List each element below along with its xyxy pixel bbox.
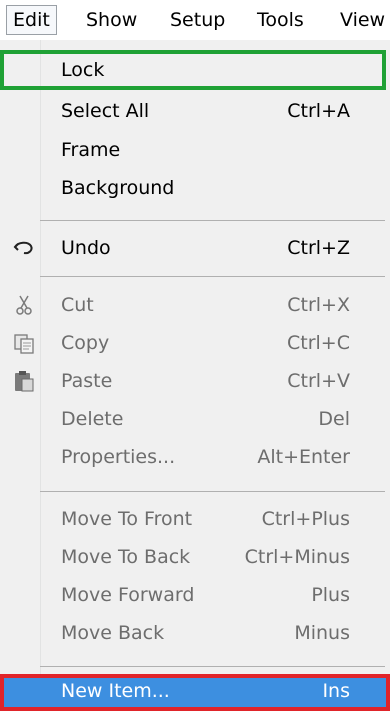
menu-item-shortcut: Ctrl+V — [287, 370, 350, 392]
menu-item-shortcut: Ctrl+C — [287, 332, 350, 354]
menu-item-frame[interactable]: Frame — [0, 131, 390, 169]
menu-tools[interactable]: Tools — [257, 6, 304, 34]
menu-item-label: Cut — [61, 294, 94, 316]
menu-item-lock[interactable]: Lock — [0, 51, 390, 89]
menu-separator — [40, 491, 385, 492]
menu-item-shortcut: Ctrl+Z — [287, 237, 350, 259]
menu-item-label: Move To Back — [61, 546, 191, 568]
menu-item-label: Lock — [61, 59, 105, 81]
menu-edit[interactable]: Edit — [6, 5, 57, 35]
menu-item-background[interactable]: Background — [0, 169, 390, 207]
menu-item-shortcut: Plus — [311, 584, 350, 606]
scissors-icon — [12, 293, 36, 317]
menu-item-label: Move To Front — [61, 508, 193, 530]
menu-item-copy[interactable]: Copy Ctrl+C — [0, 324, 390, 362]
menu-item-shortcut: Alt+Enter — [257, 446, 350, 468]
menu-item-shortcut: Ctrl+Plus — [261, 508, 350, 530]
menu-item-undo[interactable]: Undo Ctrl+Z — [0, 229, 390, 267]
menu-item-label: Paste — [61, 370, 113, 392]
menu-item-cut[interactable]: Cut Ctrl+X — [0, 286, 390, 324]
menu-item-shortcut: Ctrl+X — [287, 294, 350, 316]
menu-show[interactable]: Show — [86, 6, 137, 34]
menu-item-shortcut: Minus — [294, 622, 350, 644]
menu-view[interactable]: View — [340, 6, 385, 34]
menu-item-label: Move Forward — [61, 584, 195, 606]
menu-item-shortcut: Ctrl+A — [287, 100, 350, 122]
menu-item-select-all[interactable]: Select All Ctrl+A — [0, 92, 390, 130]
menu-separator — [40, 220, 385, 221]
menu-item-label: Copy — [61, 332, 110, 354]
menu-item-label: Select All — [61, 100, 150, 122]
menu-item-move-forward[interactable]: Move Forward Plus — [0, 576, 390, 614]
menu-item-label: Delete — [61, 408, 124, 430]
menu-item-label: New Item... — [61, 680, 170, 702]
menu-item-label: Frame — [61, 139, 121, 161]
menu-item-shortcut: Ctrl+Minus — [244, 546, 350, 568]
menu-item-label: Properties... — [61, 446, 176, 468]
menu-item-new-item[interactable]: New Item... Ins — [0, 674, 390, 711]
menu-item-shortcut: Ins — [322, 680, 350, 702]
menu-item-label: Background — [61, 177, 175, 199]
menu-item-shortcut: Del — [318, 408, 350, 430]
menu-item-label: Undo — [61, 237, 111, 259]
undo-icon — [12, 236, 36, 260]
copy-icon — [12, 331, 36, 355]
menu-item-label: Move Back — [61, 622, 165, 644]
menu-item-delete[interactable]: Delete Del — [0, 400, 390, 438]
menu-item-paste[interactable]: Paste Ctrl+V — [0, 362, 390, 400]
menu-setup[interactable]: Setup — [170, 6, 225, 34]
menu-item-move-to-back[interactable]: Move To Back Ctrl+Minus — [0, 538, 390, 576]
paste-icon — [12, 369, 36, 393]
menu-bar: Edit Show Setup Tools View — [0, 0, 390, 38]
menu-item-move-to-front[interactable]: Move To Front Ctrl+Plus — [0, 500, 390, 538]
menu-separator — [40, 666, 385, 667]
menu-item-move-back[interactable]: Move Back Minus — [0, 614, 390, 652]
menu-item-properties[interactable]: Properties... Alt+Enter — [0, 438, 390, 476]
menu-separator — [40, 276, 385, 277]
